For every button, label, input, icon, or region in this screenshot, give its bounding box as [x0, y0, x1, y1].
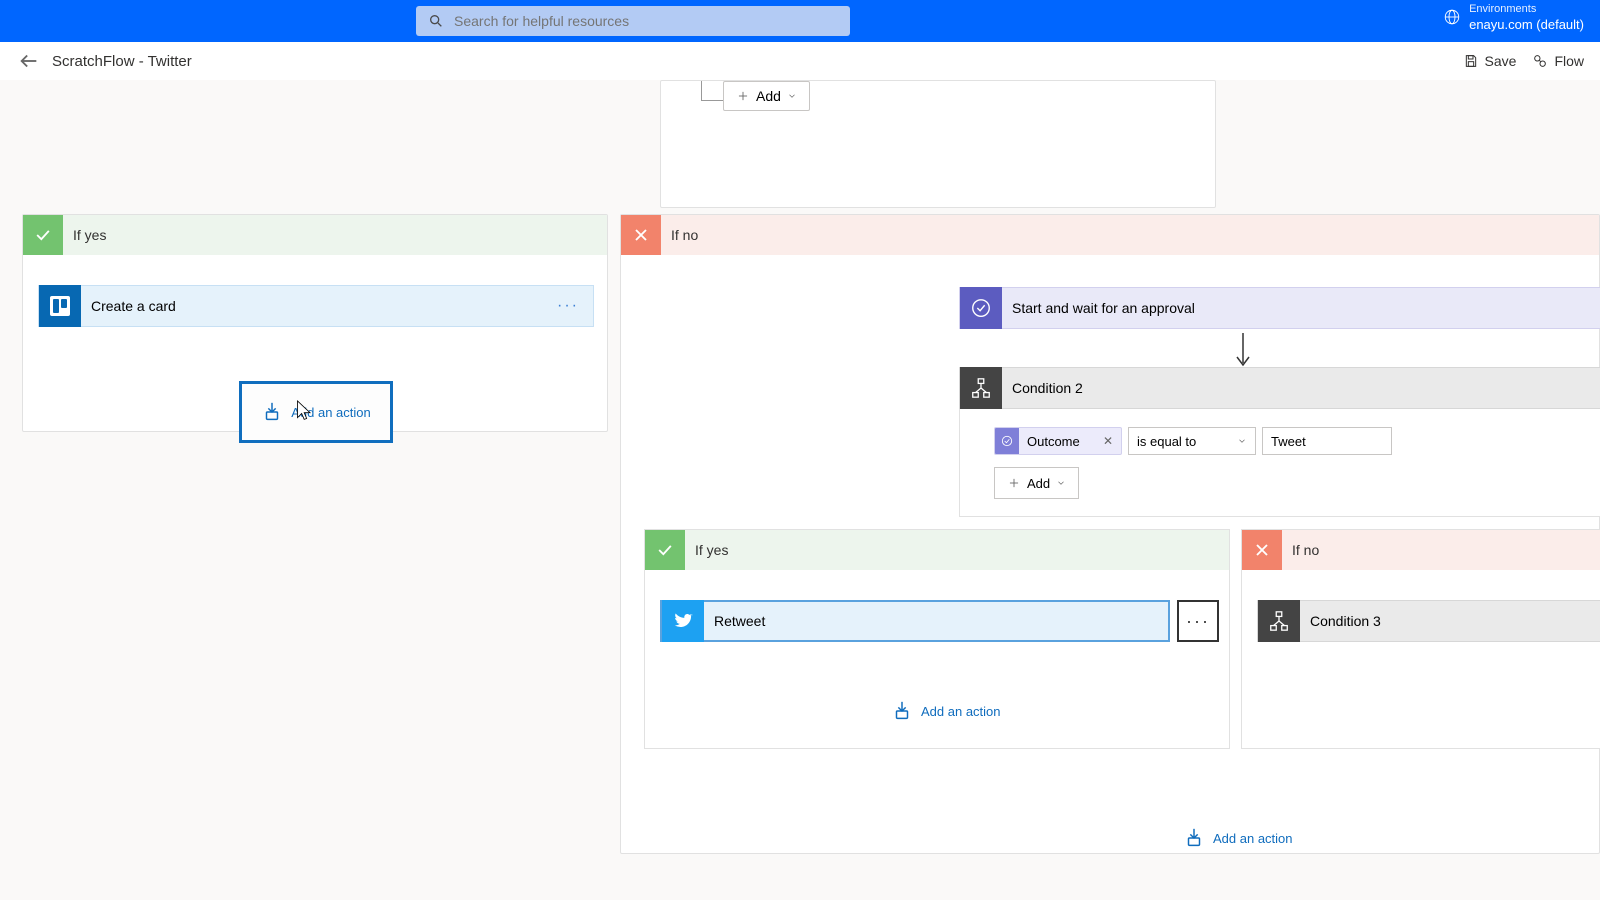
- if-no-title: If no: [671, 227, 698, 243]
- condition-2-label: Condition 2: [1012, 380, 1083, 396]
- add-action-icon: [1183, 827, 1205, 849]
- trello-action-label: Create a card: [91, 298, 176, 314]
- row-connector-line: [701, 81, 723, 101]
- outcome-token-icon: [1000, 434, 1014, 448]
- add-row-label: Add: [756, 88, 781, 104]
- nested-if-no-title: If no: [1292, 542, 1319, 558]
- search-box[interactable]: [416, 6, 850, 36]
- nested-if-yes-title: If yes: [695, 542, 728, 558]
- nested-if-no-branch: If no Condition 3: [1241, 529, 1600, 749]
- if-yes-header[interactable]: If yes: [23, 215, 607, 255]
- action-menu-button[interactable]: ···: [557, 297, 579, 315]
- nested-if-yes-header[interactable]: If yes: [645, 530, 1229, 570]
- x-icon: [1252, 540, 1272, 560]
- search-icon: [428, 13, 444, 29]
- connector-arrow: [1233, 333, 1235, 365]
- x-icon: [631, 225, 651, 245]
- add-action-label: Add an action: [291, 405, 371, 420]
- remove-token-button[interactable]: ✕: [1103, 434, 1121, 448]
- operator-select[interactable]: is equal to: [1128, 427, 1256, 455]
- plus-icon: [736, 89, 750, 103]
- flow-checker-label: Flow: [1554, 53, 1584, 69]
- nested-add-action-label: Add an action: [921, 704, 1001, 719]
- retweet-action[interactable]: Retweet: [660, 600, 1170, 642]
- flow-checker-button[interactable]: Flow: [1532, 53, 1584, 69]
- nested-add-action-button[interactable]: Add an action: [891, 700, 1001, 722]
- twitter-icon: [672, 610, 694, 632]
- condition-2-header[interactable]: Condition 2: [959, 367, 1600, 409]
- back-arrow-icon[interactable]: [18, 50, 40, 72]
- condition-3-label: Condition 3: [1310, 613, 1381, 629]
- outer-add-action-label: Add an action: [1213, 831, 1293, 846]
- add-action-button-focused[interactable]: Add an action: [239, 381, 393, 443]
- trello-icon: [39, 285, 81, 327]
- nested-if-yes-branch: If yes Retweet ··· Add an action: [644, 529, 1230, 749]
- nested-if-no-header[interactable]: If no: [1242, 530, 1600, 570]
- chevron-down-icon: [1237, 436, 1247, 446]
- add-row-button[interactable]: Add: [723, 81, 810, 111]
- twitter-icon-box: [662, 600, 704, 642]
- save-label: Save: [1485, 53, 1517, 69]
- condition-3-action[interactable]: Condition 3: [1257, 600, 1600, 642]
- action-menu-button-boxed[interactable]: ···: [1177, 600, 1219, 642]
- check-icon-box: [645, 530, 685, 570]
- outer-add-action-button[interactable]: Add an action: [1183, 827, 1293, 849]
- condition-icon-box: [1258, 600, 1300, 642]
- top-bar: Environments enayu.com (default): [0, 0, 1600, 42]
- condition-row-container: Add: [660, 80, 1216, 208]
- if-yes-branch: If yes Create a card ··· Add an action: [22, 214, 608, 432]
- environment-icon: [1443, 8, 1461, 26]
- check-icon: [33, 225, 53, 245]
- add-action-icon: [891, 700, 913, 722]
- if-no-branch: If no Start and wait for an approval Con…: [620, 214, 1600, 854]
- flow-checker-icon: [1532, 53, 1548, 69]
- save-button[interactable]: Save: [1463, 53, 1517, 69]
- approval-icon-box: [960, 287, 1002, 329]
- condition-add-label: Add: [1027, 476, 1050, 491]
- plus-icon: [1007, 476, 1021, 490]
- chevron-down-icon: [1056, 478, 1066, 488]
- if-no-header[interactable]: If no: [621, 215, 1599, 255]
- retweet-label: Retweet: [714, 613, 765, 629]
- condition-add-button[interactable]: Add: [994, 467, 1079, 499]
- approval-action[interactable]: Start and wait for an approval: [959, 287, 1600, 329]
- operator-label: is equal to: [1137, 434, 1196, 449]
- environment-name: enayu.com (default): [1469, 17, 1584, 32]
- condition-icon: [1268, 610, 1290, 632]
- search-input[interactable]: [454, 13, 804, 29]
- condition-icon-box: [960, 367, 1002, 409]
- designer-canvas[interactable]: Add If yes Create a card ··· Add an acti…: [0, 80, 1600, 900]
- environment-picker[interactable]: Environments enayu.com (default): [1443, 2, 1584, 32]
- x-icon-box: [1242, 530, 1282, 570]
- check-icon: [655, 540, 675, 560]
- approval-icon: [970, 297, 992, 319]
- outcome-token-label: Outcome: [1019, 434, 1103, 449]
- outcome-token[interactable]: Outcome ✕: [994, 427, 1122, 455]
- save-icon: [1463, 53, 1479, 69]
- x-icon-box: [621, 215, 661, 255]
- trello-create-card-action[interactable]: Create a card ···: [38, 285, 594, 327]
- condition-value-input[interactable]: [1262, 427, 1392, 455]
- chevron-down-icon: [787, 91, 797, 101]
- condition-2-body: Outcome ✕ is equal to Add: [959, 409, 1600, 517]
- if-yes-title: If yes: [73, 227, 106, 243]
- environment-label: Environments: [1469, 2, 1584, 17]
- flow-title: ScratchFlow - Twitter: [52, 53, 192, 70]
- condition-icon: [970, 377, 992, 399]
- sub-bar: ScratchFlow - Twitter Save Flow: [0, 42, 1600, 80]
- add-action-icon: [261, 401, 283, 423]
- check-icon-box: [23, 215, 63, 255]
- approval-label: Start and wait for an approval: [1012, 300, 1195, 316]
